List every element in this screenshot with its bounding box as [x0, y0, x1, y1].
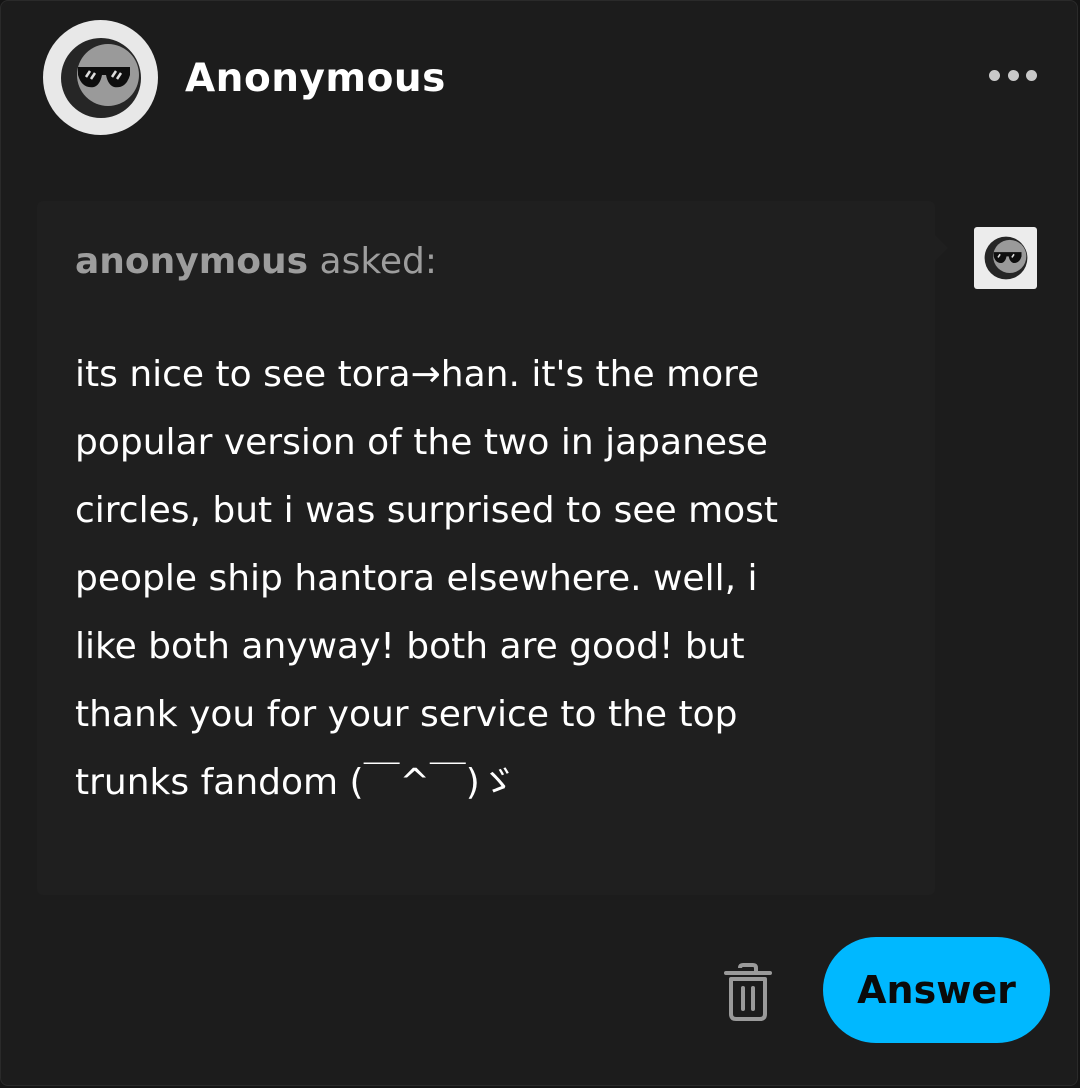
asked-label: asked: — [319, 241, 438, 282]
more-dot-icon — [1026, 69, 1037, 81]
question-line: people ship hantora elsewhere. well, i — [75, 558, 758, 599]
question-line: popular version of the two in japanese — [75, 422, 768, 463]
username[interactable]: Anonymous — [185, 53, 446, 105]
question-line: like both anyway! both are good! but — [75, 626, 745, 667]
question-line: its nice to see tora→han. it's the more — [75, 354, 760, 395]
more-dot-icon — [989, 69, 1000, 81]
anonymous-sunglasses-icon — [60, 37, 141, 118]
trash-icon — [724, 963, 772, 1021]
asker-line: anonymous asked: — [75, 237, 437, 287]
more-options-button[interactable] — [989, 63, 1037, 87]
question-line: thank you for your service to the top — [75, 694, 738, 735]
more-dot-icon — [1007, 69, 1019, 81]
delete-button[interactable] — [717, 959, 779, 1025]
ask-post-card: Anonymous anonymous asked: its nice to s… — [0, 0, 1078, 1086]
anonymous-sunglasses-icon — [984, 236, 1027, 280]
question-line: circles, but i was surprised to see most — [75, 490, 779, 531]
asker-avatar[interactable] — [974, 227, 1037, 289]
question-line: trunks fandom (￣^￣)ゞ — [75, 762, 516, 803]
asker-name[interactable]: anonymous — [75, 241, 308, 282]
question-bubble: anonymous asked: its nice to see tora→ha… — [37, 201, 948, 895]
question-text: its nice to see tora→han. it's the more … — [75, 341, 915, 817]
answer-button[interactable]: Answer — [823, 937, 1050, 1043]
avatar[interactable] — [43, 20, 158, 135]
